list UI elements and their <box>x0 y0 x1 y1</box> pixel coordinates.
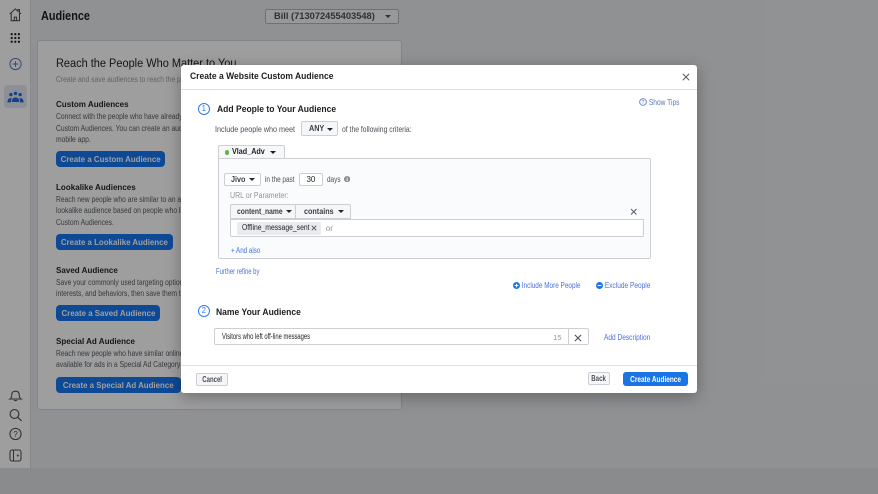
svg-text:?: ? <box>641 99 644 105</box>
